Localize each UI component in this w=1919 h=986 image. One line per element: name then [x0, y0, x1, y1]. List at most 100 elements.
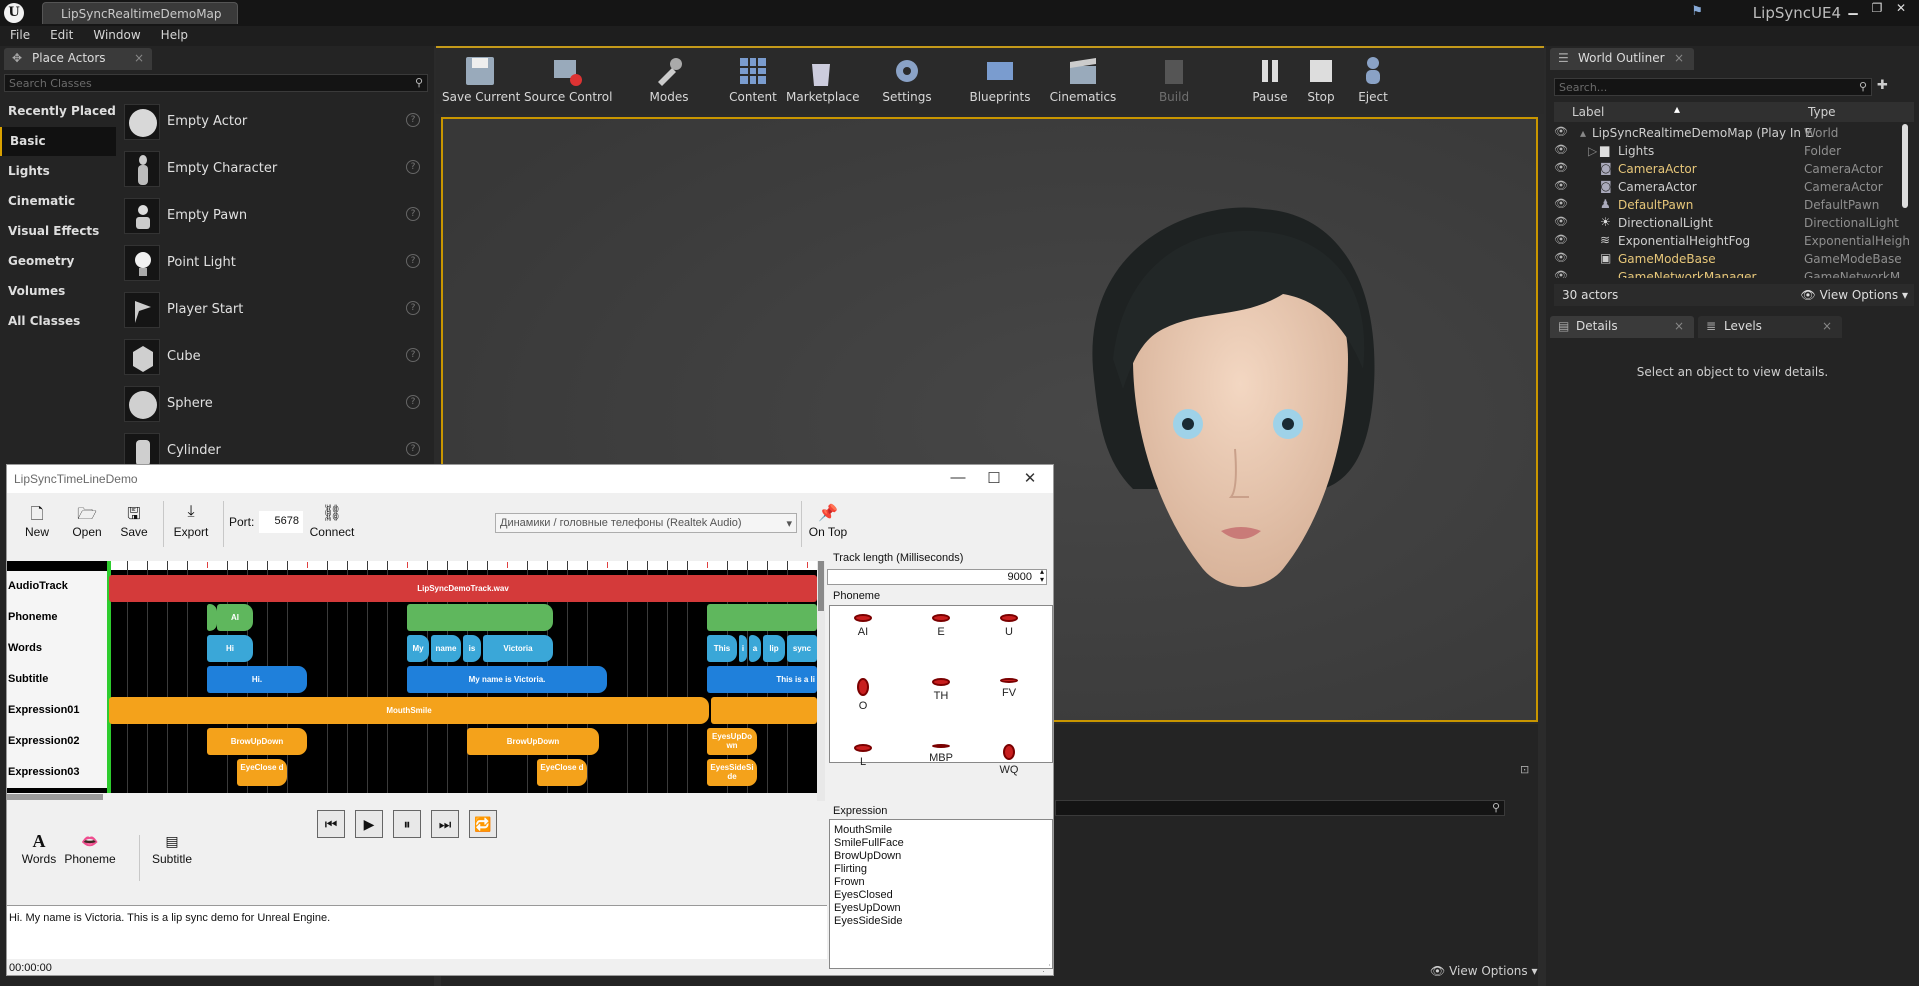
- details-tab[interactable]: ▤ Details ×: [1550, 316, 1694, 338]
- column-label[interactable]: Label: [1572, 105, 1604, 119]
- timeline-hscroll[interactable]: [7, 793, 817, 801]
- phoneme-button[interactable]: MBP: [908, 744, 974, 764]
- word-clip[interactable]: sync: [787, 635, 817, 662]
- help-icon[interactable]: ?: [406, 348, 420, 362]
- help-icon[interactable]: ?: [406, 301, 420, 315]
- outliner-view-options[interactable]: 👁 View Options ▾: [1801, 288, 1909, 302]
- outliner-row[interactable]: 👁 ♟ DefaultPawn DefaultPawn: [1554, 196, 1900, 214]
- close-tab-icon[interactable]: ×: [1674, 319, 1684, 333]
- expression-list-item[interactable]: EyesSideSide: [834, 915, 903, 927]
- category-visual-effects[interactable]: Visual Effects: [0, 217, 116, 246]
- cinematics-button[interactable]: Cinematics: [1048, 48, 1118, 116]
- category-lights[interactable]: Lights: [0, 157, 116, 186]
- subtitle-button[interactable]: ▤ Subtitle: [149, 831, 195, 887]
- word-clip[interactable]: This: [707, 635, 737, 662]
- actor-item[interactable]: Empty Character?: [120, 148, 426, 190]
- actor-item[interactable]: Point Light?: [120, 242, 426, 284]
- pause-icon[interactable]: ⏸: [393, 810, 421, 838]
- modes-button[interactable]: Modes: [636, 48, 702, 116]
- word-clip[interactable]: My: [407, 635, 429, 662]
- actor-item[interactable]: Empty Actor?: [120, 101, 426, 143]
- skip-to-start-icon[interactable]: ⏮: [317, 810, 345, 838]
- phoneme-button[interactable]: U: [976, 614, 1042, 638]
- help-icon[interactable]: ?: [406, 442, 420, 456]
- minimize-window-icon[interactable]: ▁: [1841, 0, 1865, 18]
- expand-arrow-icon[interactable]: ▷: [1588, 144, 1597, 158]
- phoneme-clip-group[interactable]: [707, 604, 817, 631]
- help-icon[interactable]: ?: [406, 254, 420, 268]
- expression-list-item[interactable]: EyesUpDown: [834, 902, 901, 914]
- phoneme-clip[interactable]: AI: [217, 604, 253, 631]
- outliner-row[interactable]: 👁 ▣ GameModeBase GameModeBase: [1554, 250, 1902, 268]
- audio-clip[interactable]: LipSyncDemoTrack.wav: [109, 575, 817, 602]
- maximize-icon[interactable]: ☐: [979, 469, 1009, 487]
- close-tab-icon[interactable]: ×: [1822, 319, 1832, 333]
- menu-file[interactable]: File: [0, 26, 40, 42]
- visibility-eye-icon[interactable]: 👁: [1554, 197, 1568, 210]
- stop-button[interactable]: Stop: [1298, 48, 1344, 116]
- expression-clip[interactable]: BrowUpDown: [467, 728, 599, 755]
- category-cinematic[interactable]: Cinematic: [0, 187, 116, 216]
- maximize-window-icon[interactable]: ❐: [1865, 0, 1889, 18]
- skip-to-end-icon[interactable]: ⏭: [431, 810, 459, 838]
- expression-list-item[interactable]: EyesClosed: [834, 889, 893, 901]
- phoneme-button[interactable]: L: [830, 744, 896, 768]
- settings-button[interactable]: Settings: [872, 48, 942, 116]
- menu-window[interactable]: Window: [83, 26, 150, 42]
- word-clip[interactable]: a: [749, 635, 761, 662]
- actor-item[interactable]: Sphere?: [120, 383, 426, 425]
- new-button[interactable]: 🗋 New: [21, 501, 53, 549]
- outliner-search-input[interactable]: Search... ⚲: [1554, 78, 1872, 96]
- outliner-row[interactable]: 👁 ≋ ExponentialHeightFog ExponentialHeigh: [1554, 232, 1910, 250]
- subtitle-text-input[interactable]: Hi. My name is Victoria. This is a lip s…: [7, 905, 827, 959]
- audio-device-select[interactable]: Динамики / головные телефоны (Realtek Au…: [495, 513, 797, 533]
- scroll-thumb[interactable]: [7, 794, 103, 800]
- blueprints-button[interactable]: Blueprints: [964, 48, 1036, 116]
- export-button[interactable]: ⤓ Export: [169, 501, 213, 549]
- add-actor-icon[interactable]: ✚: [1877, 78, 1888, 93]
- source-control-button[interactable]: Source Control: [524, 48, 612, 116]
- actor-item[interactable]: Player Start?: [120, 289, 426, 331]
- world-outliner-tab[interactable]: ☰ World Outliner ×: [1550, 48, 1694, 70]
- word-clip[interactable]: i: [739, 635, 747, 662]
- save-button[interactable]: 🖫 Save: [117, 501, 151, 549]
- timeline-area[interactable]: AudioTrack Phoneme Words Subtitle Expres…: [7, 561, 817, 801]
- help-icon[interactable]: ?: [406, 207, 420, 221]
- expression-clip[interactable]: EyeClose d: [237, 759, 287, 786]
- outliner-row[interactable]: 👁 ◙ CameraActor CameraActor: [1554, 160, 1900, 178]
- expression-list-item[interactable]: SmileFullFace: [834, 837, 904, 849]
- loop-icon[interactable]: 🔁: [469, 810, 497, 838]
- expression-list-item[interactable]: Frown: [834, 876, 865, 888]
- help-icon[interactable]: ?: [406, 160, 420, 174]
- outliner-scrollbar[interactable]: [1902, 124, 1908, 208]
- spinner-arrows-icon[interactable]: ▴ ▾: [1040, 568, 1044, 584]
- connect-button[interactable]: ⛓ Connect: [307, 501, 357, 549]
- category-recently-placed[interactable]: Recently Placed: [0, 97, 116, 126]
- category-geometry[interactable]: Geometry: [0, 247, 116, 276]
- phoneme-button[interactable]: O: [830, 678, 896, 712]
- expression-list-item[interactable]: MouthSmile: [834, 824, 892, 836]
- word-clip[interactable]: is: [463, 635, 481, 662]
- outliner-row[interactable]: 👁 ▷ ▆ Lights Folder: [1554, 142, 1900, 160]
- minimize-icon[interactable]: —: [943, 469, 973, 486]
- visibility-eye-icon[interactable]: 👁: [1554, 179, 1568, 192]
- levels-tab[interactable]: ≣ Levels ×: [1698, 316, 1842, 338]
- timeline-vscroll[interactable]: [817, 561, 825, 801]
- time-ruler[interactable]: [107, 561, 817, 570]
- visibility-eye-icon[interactable]: 👁: [1554, 125, 1568, 138]
- expression-list-item[interactable]: BrowUpDown: [834, 850, 901, 862]
- visibility-eye-icon[interactable]: 👁: [1554, 269, 1568, 278]
- phoneme-clip-group[interactable]: [407, 604, 553, 631]
- content-search-input[interactable]: ⚲: [1055, 800, 1505, 816]
- subtitle-clip[interactable]: My name is Victoria.: [407, 666, 607, 693]
- category-volumes[interactable]: Volumes: [0, 277, 116, 306]
- place-actors-tab[interactable]: ✥ Place Actors ×: [4, 48, 152, 70]
- word-clip[interactable]: Hi: [207, 635, 253, 662]
- close-icon[interactable]: ✕: [1015, 469, 1045, 487]
- visibility-eye-icon[interactable]: 👁: [1554, 251, 1568, 264]
- actor-item[interactable]: Empty Pawn?: [120, 195, 426, 237]
- lock-icon[interactable]: ⊡: [1520, 763, 1529, 776]
- phoneme-button[interactable]: AI: [830, 614, 896, 638]
- visibility-eye-icon[interactable]: 👁: [1554, 233, 1568, 246]
- outliner-row[interactable]: 👁 ☀ DirectionalLight DirectionalLight: [1554, 214, 1900, 232]
